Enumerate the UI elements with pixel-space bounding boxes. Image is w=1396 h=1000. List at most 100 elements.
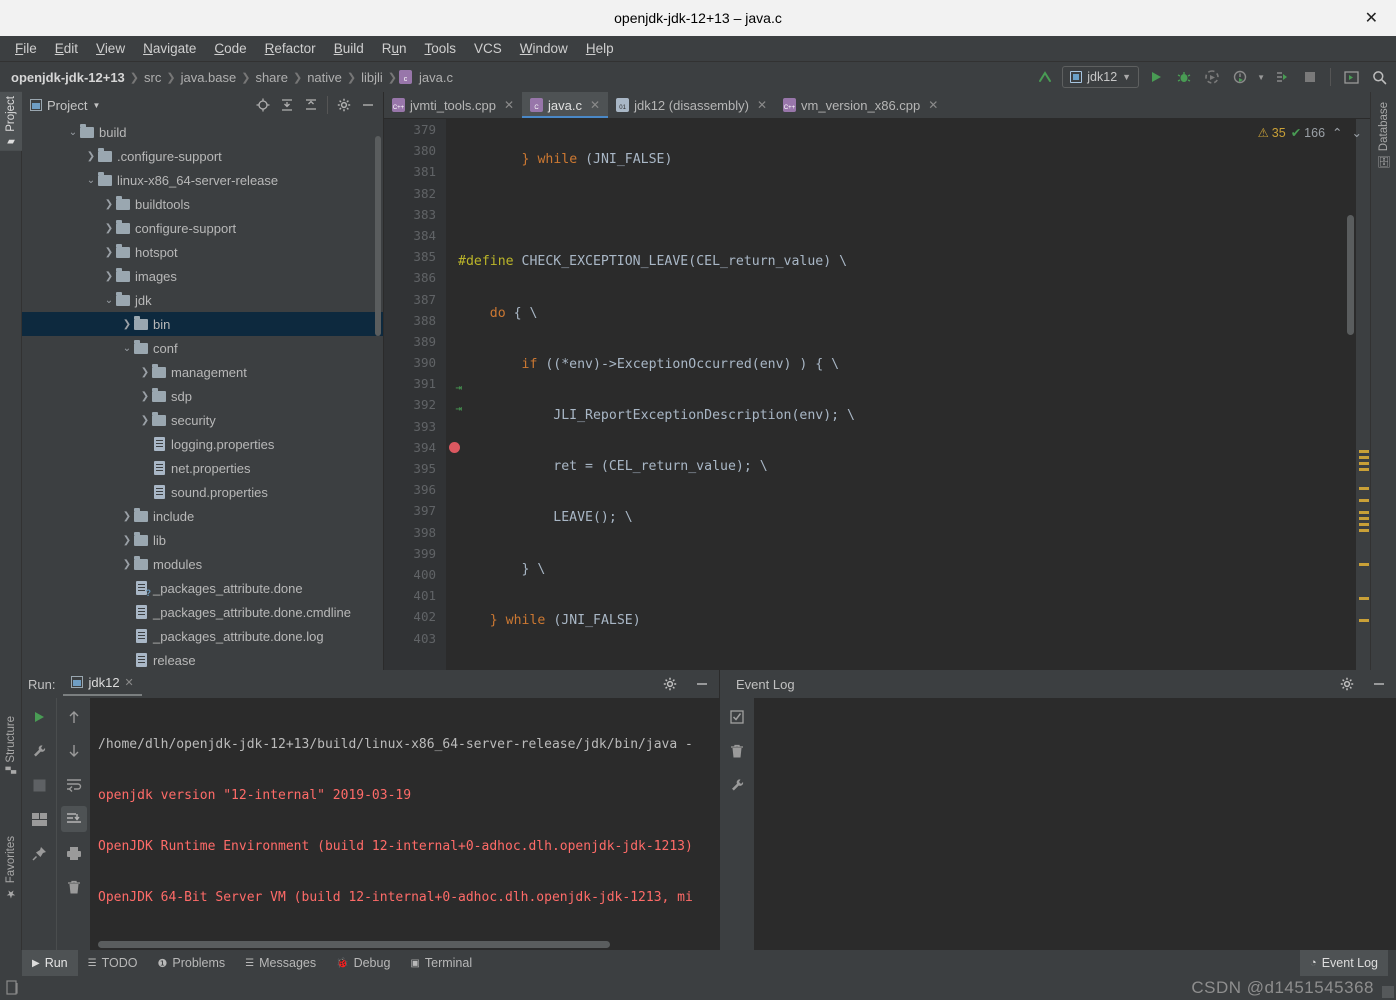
previous-highlight-icon[interactable]: ⌃ <box>1330 125 1344 140</box>
menu-build[interactable]: Build <box>325 38 373 59</box>
locate-icon[interactable] <box>252 94 274 116</box>
debug-icon[interactable] <box>1173 66 1195 88</box>
tool-button-problems[interactable]: ❶ Problems <box>148 950 236 976</box>
tree-node-modules[interactable]: ❯ modules <box>22 552 383 576</box>
tool-button-terminal[interactable]: ▣ Terminal <box>400 950 482 976</box>
mark-read-icon[interactable] <box>724 704 750 730</box>
up-arrow-icon[interactable] <box>61 704 87 730</box>
menu-help[interactable]: Help <box>577 38 623 59</box>
chevron-down-icon[interactable]: ⌄ <box>102 295 116 306</box>
breadcrumb-item-2[interactable]: java.base <box>178 70 240 85</box>
tree-node-jdk[interactable]: ⌄ jdk <box>22 288 383 312</box>
pin-tab-icon[interactable] <box>26 840 52 866</box>
chevron-right-icon[interactable]: ❯ <box>138 367 152 378</box>
tree-node-bin[interactable]: ❯ bin <box>22 312 383 336</box>
window-close-button[interactable]: ✕ <box>1357 0 1386 36</box>
menu-view[interactable]: View <box>87 38 134 59</box>
stripe-mark[interactable] <box>1359 468 1369 471</box>
tool-button-run[interactable]: ▶ Run <box>22 950 78 976</box>
tree-node-build[interactable]: ⌄ build <box>22 120 383 144</box>
chevron-right-icon[interactable]: ❯ <box>102 247 116 258</box>
tree-node-sound-properties[interactable]: sound.properties <box>22 480 383 504</box>
soft-wrap-icon[interactable] <box>61 772 87 798</box>
next-highlight-icon[interactable]: ⌄ <box>1350 125 1364 140</box>
stripe-mark[interactable] <box>1359 597 1369 600</box>
chevron-right-icon[interactable]: ❯ <box>138 415 152 426</box>
sidebar-item-favorites[interactable]: ★ Favorites <box>0 832 22 904</box>
stripe-mark[interactable] <box>1359 499 1369 502</box>
run-configuration-selector[interactable]: jdk12 ▼ <box>1062 66 1140 88</box>
stripe-mark[interactable] <box>1359 529 1369 532</box>
chevron-right-icon[interactable]: ❯ <box>120 535 134 546</box>
hide-panel-icon[interactable] <box>691 673 713 695</box>
menu-window[interactable]: Window <box>511 38 577 59</box>
breadcrumb-item-4[interactable]: native <box>304 70 345 85</box>
clear-all-icon[interactable] <box>61 874 87 900</box>
chevron-down-icon[interactable]: ⌄ <box>66 127 80 138</box>
print-icon[interactable] <box>61 840 87 866</box>
tree-node-security[interactable]: ❯ security <box>22 408 383 432</box>
warning-count[interactable]: ⚠ 35 <box>1258 125 1286 141</box>
chevron-down-icon[interactable]: ▼ <box>1257 73 1265 82</box>
chevron-right-icon[interactable]: ❯ <box>120 511 134 522</box>
hide-panel-icon[interactable] <box>1368 673 1390 695</box>
project-view-selector[interactable]: Project ▼ <box>26 98 100 113</box>
expand-all-icon[interactable] <box>276 94 298 116</box>
menu-edit[interactable]: Edit <box>46 38 87 59</box>
tree-node-hotspot[interactable]: ❯ hotspot <box>22 240 383 264</box>
tree-node-sdp[interactable]: ❯ sdp <box>22 384 383 408</box>
run-with-coverage-icon[interactable] <box>1201 66 1223 88</box>
tree-node-lib[interactable]: ❯ lib <box>22 528 383 552</box>
status-event-log-button[interactable]: ◔ Event Log <box>1300 950 1388 976</box>
sidebar-item-structure[interactable]: ▞ Structure <box>0 712 22 778</box>
run-icon[interactable] <box>1145 66 1167 88</box>
tab-java-c[interactable]: C java.c ✕ <box>522 92 609 118</box>
build-icon[interactable] <box>1034 66 1056 88</box>
menu-tools[interactable]: Tools <box>416 38 466 59</box>
breadcrumb-item-0[interactable]: openjdk-jdk-12+13 <box>8 70 128 85</box>
menu-file[interactable]: File <box>6 38 46 59</box>
stripe-mark[interactable] <box>1359 456 1369 459</box>
tab-vm-version-x86-cpp[interactable]: C++ vm_version_x86.cpp ✕ <box>775 92 946 118</box>
stripe-mark[interactable] <box>1359 523 1369 526</box>
stripe-mark[interactable] <box>1359 487 1369 490</box>
menu-refactor[interactable]: Refactor <box>256 38 325 59</box>
profile-icon[interactable] <box>1229 66 1251 88</box>
edit-configuration-icon[interactable] <box>26 738 52 764</box>
tool-button-todo[interactable]: ☰ TODO <box>78 950 148 976</box>
collapse-all-icon[interactable] <box>300 94 322 116</box>
breadcrumb-file[interactable]: java.c <box>416 70 456 85</box>
tab-close-icon[interactable]: ✕ <box>590 98 600 112</box>
run-tab-close-icon[interactable]: ✕ <box>125 676 134 689</box>
tab-close-icon[interactable]: ✕ <box>757 98 767 112</box>
chevron-right-icon[interactable]: ❯ <box>102 199 116 210</box>
run-tab-jdk12[interactable]: jdk12 ✕ <box>63 673 142 696</box>
tree-node-release[interactable]: release <box>22 648 383 672</box>
tab-close-icon[interactable]: ✕ <box>504 98 514 112</box>
chevron-right-icon[interactable]: ❯ <box>120 559 134 570</box>
sidebar-item-database[interactable]: 🗄 Database <box>1373 98 1395 173</box>
project-tree-vertical-scrollbar[interactable] <box>375 136 381 336</box>
scroll-to-end-icon[interactable] <box>60 806 87 832</box>
breadcrumb-item-5[interactable]: libjli <box>358 70 386 85</box>
rerun-icon[interactable] <box>26 704 52 730</box>
chevron-down-icon[interactable]: ⌄ <box>84 175 98 186</box>
tree-node-linux-x86-64-server-release[interactable]: ⌄ linux-x86_64-server-release <box>22 168 383 192</box>
tool-button-messages[interactable]: ☰ Messages <box>235 950 326 976</box>
stripe-mark[interactable] <box>1359 450 1369 453</box>
chevron-right-icon[interactable]: ❯ <box>138 391 152 402</box>
chevron-right-icon[interactable]: ❯ <box>120 319 134 330</box>
editor-vertical-scrollbar[interactable] <box>1347 215 1354 335</box>
chevron-right-icon[interactable]: ❯ <box>102 271 116 282</box>
menu-run[interactable]: Run <box>373 38 416 59</box>
tree-node-images[interactable]: ❯ images <box>22 264 383 288</box>
settings-wrench-icon[interactable] <box>724 772 750 798</box>
tab-jdk12-disassembly[interactable]: 01 jdk12 (disassembly) ✕ <box>608 92 775 118</box>
stripe-mark[interactable] <box>1359 511 1369 514</box>
stripe-mark[interactable] <box>1359 563 1369 566</box>
tree-node-packages-attribute-done-cmdline[interactable]: _packages_attribute.done.cmdline <box>22 600 383 624</box>
delete-icon[interactable] <box>724 738 750 764</box>
breadcrumb-item-1[interactable]: src <box>141 70 164 85</box>
gear-icon[interactable] <box>659 673 681 695</box>
gear-icon[interactable] <box>333 94 355 116</box>
